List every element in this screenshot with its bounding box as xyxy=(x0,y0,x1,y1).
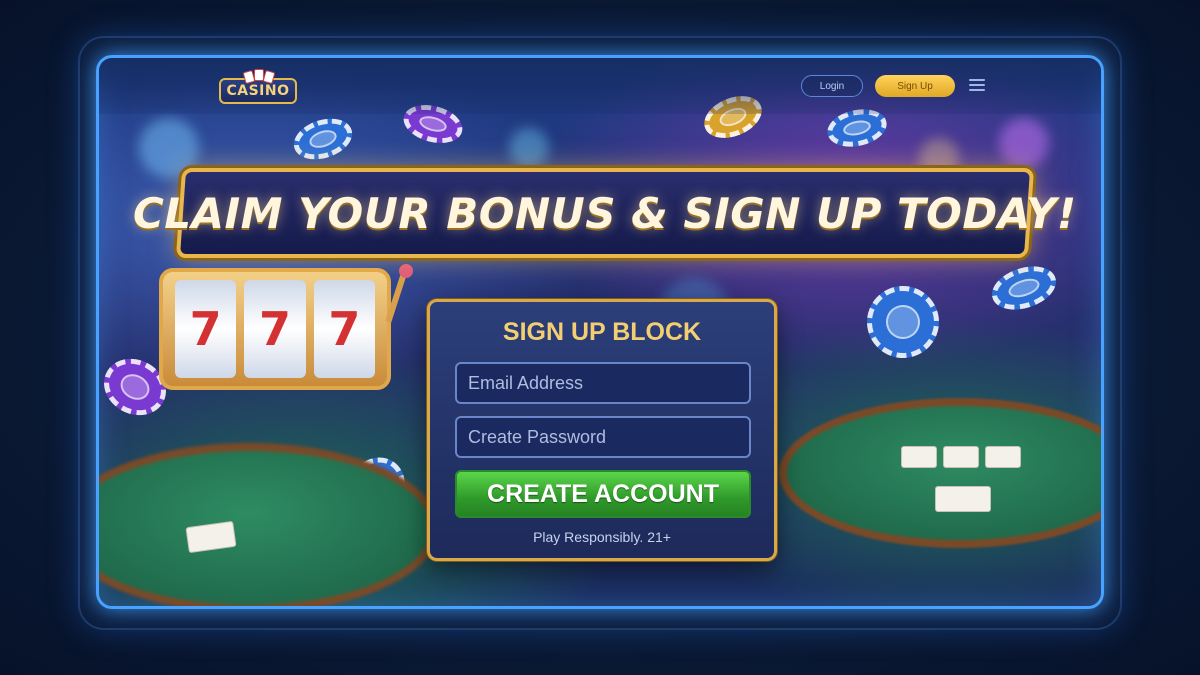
playing-card-icon xyxy=(943,446,979,468)
card-table xyxy=(779,398,1101,548)
slot-reel: 7 xyxy=(313,280,375,378)
poker-chip-icon xyxy=(986,258,1062,318)
bokeh-light xyxy=(999,118,1049,168)
logo-text: CASINO xyxy=(226,83,290,99)
login-button[interactable]: Login xyxy=(801,75,863,97)
casino-screen: 7 7 7 CASINO Login Sign Up CLAIM YOUR BO… xyxy=(96,55,1104,609)
playing-card-icon xyxy=(935,486,991,512)
bokeh-light xyxy=(509,128,549,168)
slot-reel: 7 xyxy=(244,280,306,378)
poker-chip-icon xyxy=(288,111,358,167)
cards-icon xyxy=(242,69,276,85)
top-navigation-bar: CASINO Login Sign Up xyxy=(99,58,1101,114)
slot-lever-knob-icon xyxy=(399,264,413,278)
responsible-gaming-note: Play Responsibly. 21+ xyxy=(533,529,671,545)
create-account-button[interactable]: CREATE ACCOUNT xyxy=(455,470,751,518)
signup-form: SIGN UP BLOCK CREATE ACCOUNT Play Respon… xyxy=(427,299,777,561)
signup-button[interactable]: Sign Up xyxy=(875,75,955,97)
playing-card-icon xyxy=(985,446,1021,468)
slot-machine: 7 7 7 xyxy=(159,268,391,390)
poker-chip-icon xyxy=(856,275,950,369)
promo-banner: CLAIM YOUR BONUS & SIGN UP TODAY! xyxy=(133,168,1077,258)
password-field[interactable] xyxy=(455,416,751,458)
form-title: SIGN UP BLOCK xyxy=(502,318,702,346)
banner-headline: CLAIM YOUR BONUS & SIGN UP TODAY! xyxy=(133,188,1077,238)
email-field[interactable] xyxy=(455,362,751,404)
casino-logo[interactable]: CASINO xyxy=(219,69,297,104)
hamburger-menu-icon[interactable] xyxy=(969,79,985,91)
playing-card-icon xyxy=(901,446,937,468)
slot-reel: 7 xyxy=(175,280,237,378)
